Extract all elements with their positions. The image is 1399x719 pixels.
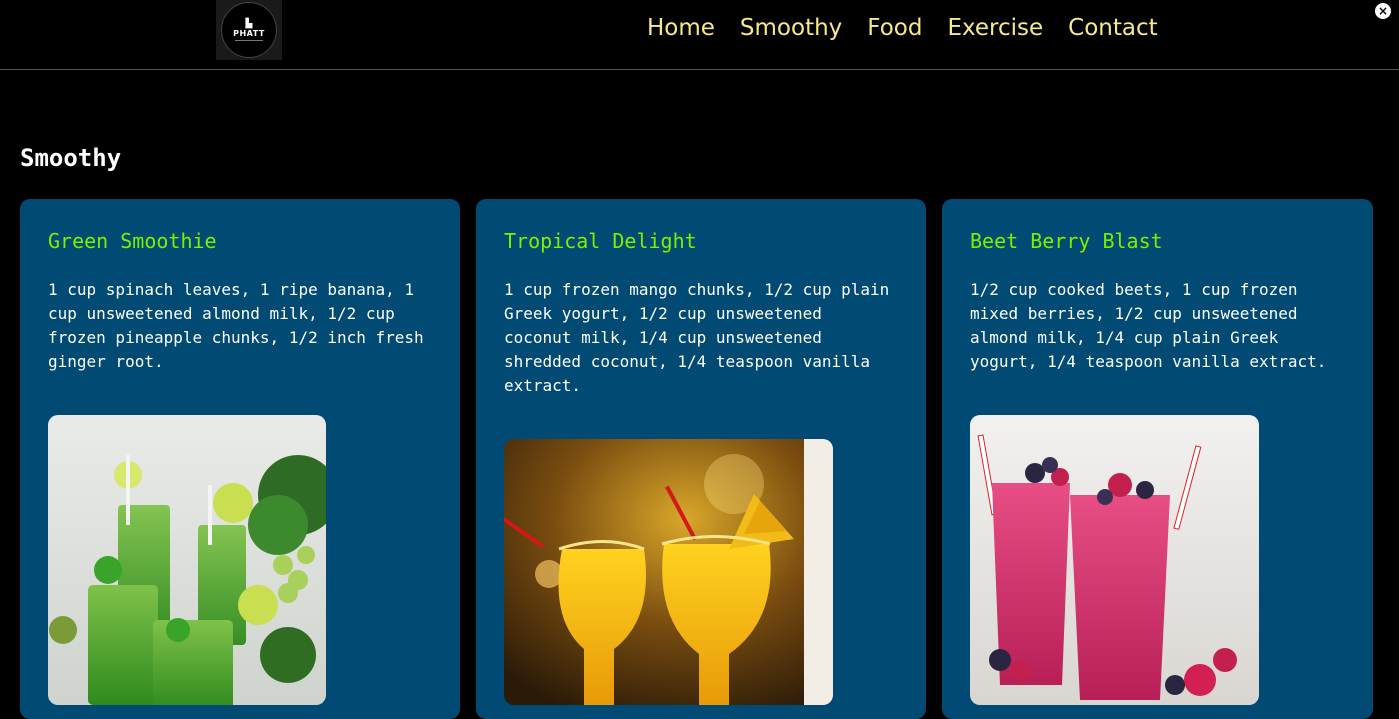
recipe-card-beet-berry-blast: Beet Berry Blast 1/2 cup cooked beets, 1… [942,199,1373,719]
close-icon[interactable]: × [1375,3,1391,19]
logo-badge: ▙ PHATT [221,2,277,58]
nav-link-food[interactable]: Food [867,14,922,42]
nav-link-contact[interactable]: Contact [1068,14,1157,42]
recipe-card-green-smoothie: Green Smoothie 1 cup spinach leaves, 1 r… [20,199,460,719]
section-title: Smoothy [20,144,122,172]
logo-underline [235,39,263,41]
logo-mark-icon: ▙ [245,18,253,29]
recipe-ingredients: 1 cup spinach leaves, 1 ripe banana, 1 c… [48,280,424,371]
nav-link-exercise[interactable]: Exercise [947,14,1043,42]
recipe-title: Green Smoothie [48,229,217,253]
logo[interactable]: ▙ PHATT [216,0,282,60]
beet-berry-blast-image [970,415,1259,705]
tropical-delight-image [504,439,833,705]
recipe-card-tropical-delight: Tropical Delight 1 cup frozen mango chun… [476,199,926,719]
navbar: ▙ PHATT Home Smoothy Food Exercise Conta… [0,0,1399,70]
nav-link-home[interactable]: Home [647,14,715,42]
main-nav: Home Smoothy Food Exercise Contact [647,14,1183,42]
recipe-title: Beet Berry Blast [970,229,1163,253]
beet-berry-blast-photo [970,415,1259,705]
tropical-delight-photo [504,439,833,705]
nav-link-smoothy[interactable]: Smoothy [740,14,842,42]
recipe-ingredients: 1 cup frozen mango chunks, 1/2 cup plain… [504,280,890,395]
recipe-title: Tropical Delight [504,229,697,253]
recipe-ingredients: 1/2 cup cooked beets, 1 cup frozen mixed… [970,280,1327,371]
logo-text: PHATT [233,28,265,38]
green-smoothie-image [48,415,326,705]
green-smoothie-photo [48,415,326,705]
